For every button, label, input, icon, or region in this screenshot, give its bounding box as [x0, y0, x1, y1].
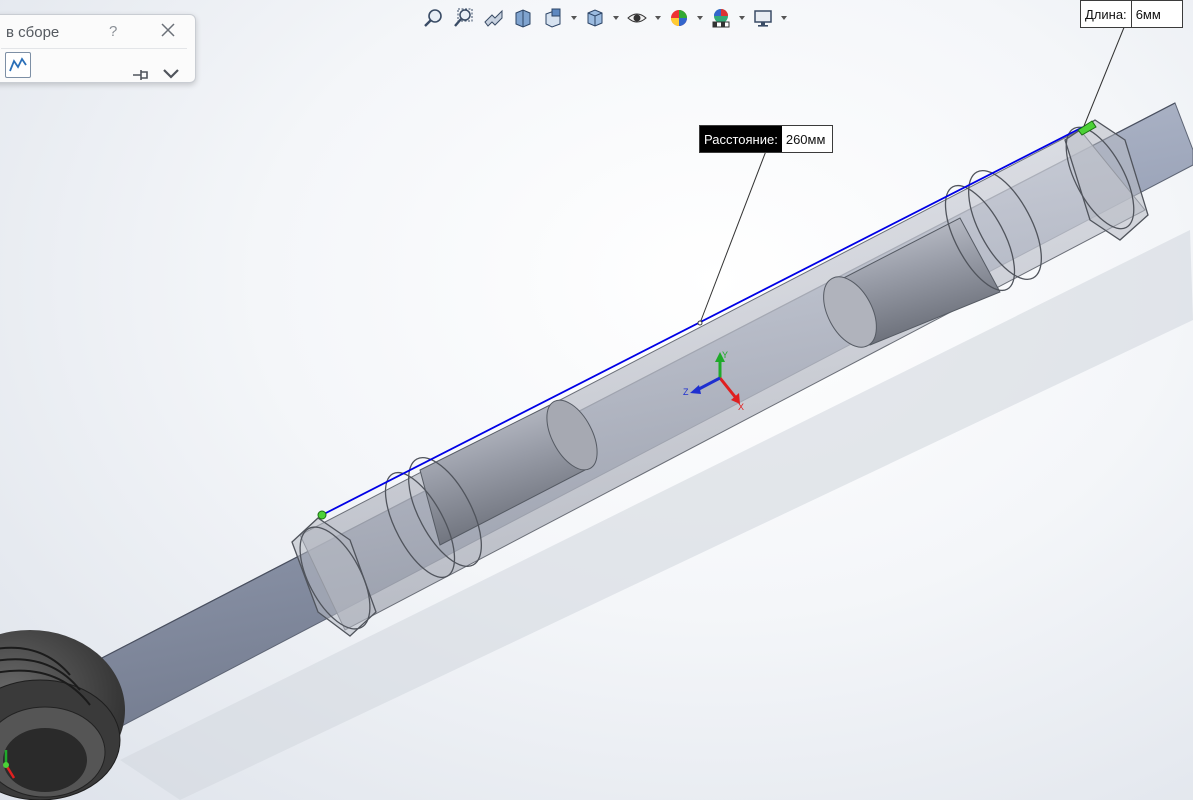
model-shadow — [120, 230, 1193, 800]
section-view-button[interactable] — [510, 5, 536, 31]
hide-show-items-icon — [627, 13, 647, 23]
caret-down-icon — [571, 16, 577, 20]
previous-view-button[interactable] — [480, 5, 506, 31]
measure-line[interactable] — [321, 126, 1084, 516]
view-toolbar — [420, 4, 788, 32]
triad-z-label: Z — [683, 387, 689, 397]
length-leader — [1083, 24, 1126, 127]
length-value: 6мм — [1135, 6, 1161, 22]
chevron-down-icon[interactable] — [162, 67, 180, 81]
caret-down-icon — [655, 16, 661, 20]
measure-point-start[interactable] — [317, 510, 327, 520]
model-viewport[interactable]: Y X Z — [0, 0, 1193, 800]
caret-down-icon — [781, 16, 787, 20]
length-callout[interactable]: Длина: 6мм — [1080, 0, 1183, 28]
panel-title: в сборе — [6, 24, 60, 41]
view-settings-dropdown[interactable] — [780, 5, 788, 31]
apply-scene-dropdown[interactable] — [738, 5, 746, 31]
distance-leader-anchor — [697, 320, 703, 326]
hide-show-items-dropdown[interactable] — [654, 5, 662, 31]
history-graph-icon[interactable] — [5, 52, 31, 78]
apply-scene-button[interactable] — [708, 5, 734, 31]
display-style-icon — [587, 9, 603, 27]
caret-down-icon — [739, 16, 745, 20]
apply-scene-icon — [712, 9, 730, 28]
distance-leader — [699, 150, 767, 324]
edit-appearance-button[interactable] — [666, 5, 692, 31]
zoom-to-area-icon — [454, 8, 473, 27]
pin-icon[interactable] — [131, 67, 151, 83]
view-orientation-icon — [545, 8, 561, 28]
view-orientation-dropdown[interactable] — [570, 5, 578, 31]
distance-callout[interactable]: Расстояние: 260мм — [699, 125, 833, 153]
caret-down-icon — [613, 16, 619, 20]
display-style-button[interactable] — [582, 5, 608, 31]
display-style-dropdown[interactable] — [612, 5, 620, 31]
distance-label: Расстояние: — [700, 126, 782, 152]
help-button[interactable]: ? — [109, 23, 117, 40]
distance-value: 260мм — [785, 131, 826, 147]
measure-panel[interactable]: в сборе ? — [0, 14, 196, 83]
view-settings-button[interactable] — [750, 5, 776, 31]
length-label: Длина: — [1081, 1, 1132, 27]
caret-down-icon — [697, 16, 703, 20]
previous-view-icon — [484, 9, 503, 27]
section-view-icon — [515, 9, 531, 28]
hide-show-items-button[interactable] — [624, 5, 650, 31]
triad-y-label: Y — [722, 350, 728, 360]
triad-x-label: X — [738, 402, 744, 412]
view-orientation-button[interactable] — [540, 5, 566, 31]
panel-divider — [1, 48, 187, 49]
zoom-to-area-button[interactable] — [450, 5, 476, 31]
zoom-to-fit-icon — [424, 9, 442, 27]
edit-appearance-icon — [671, 10, 687, 26]
view-settings-icon — [754, 10, 772, 27]
close-icon[interactable] — [159, 21, 177, 39]
edit-appearance-dropdown[interactable] — [696, 5, 704, 31]
zoom-to-fit-button[interactable] — [420, 5, 446, 31]
